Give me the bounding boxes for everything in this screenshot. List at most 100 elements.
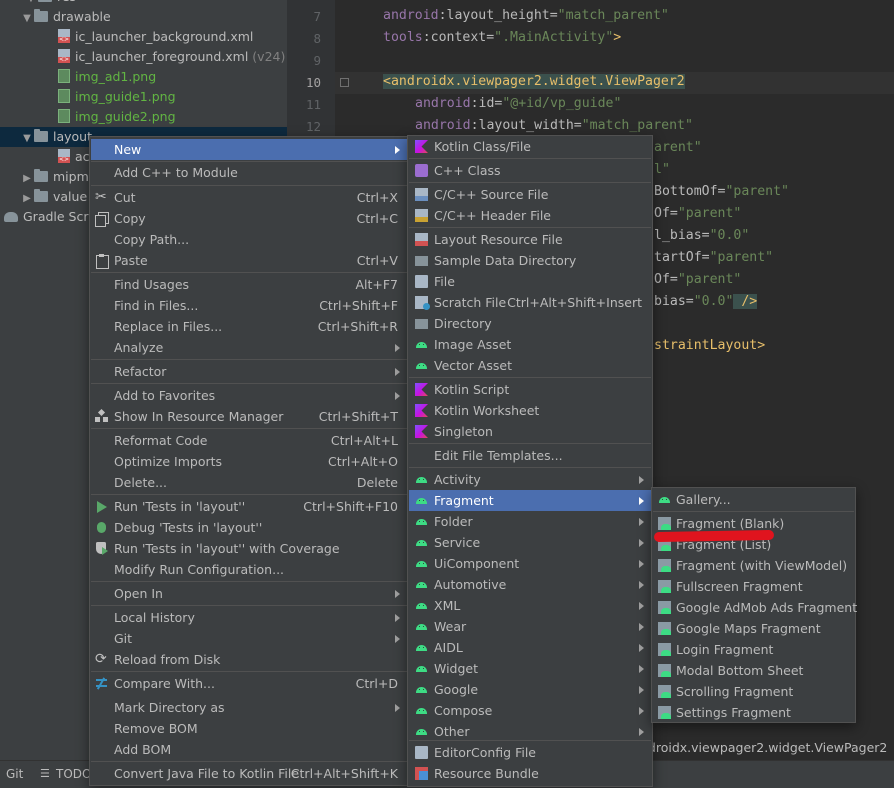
new-item-other[interactable]: Other bbox=[409, 721, 651, 742]
fragment-item-google-maps-fragment[interactable]: Google Maps Fragment bbox=[653, 618, 854, 639]
menu-item-replace-in-files[interactable]: Replace in Files... Ctrl+Shift+R bbox=[91, 316, 407, 337]
menu-item-add-c-to-module[interactable]: Add C++ to Module bbox=[91, 162, 407, 183]
menu-item-modify-run-configuration[interactable]: Modify Run Configuration... bbox=[91, 559, 407, 580]
menu-item-show-in-resource-manager[interactable]: Show In Resource Manager Ctrl+Shift+T bbox=[91, 406, 407, 427]
todo-tool-button[interactable]: TODO bbox=[56, 761, 91, 787]
tree-node-drawable[interactable]: ▼ drawable bbox=[20, 7, 111, 27]
menu-separator bbox=[409, 182, 651, 183]
chevron-down-icon[interactable]: ▼ bbox=[20, 129, 34, 149]
new-item-widget[interactable]: Widget bbox=[409, 658, 651, 679]
menu-item-reload-from-disk[interactable]: Reload from Disk bbox=[91, 649, 407, 670]
git-tool-button[interactable]: Git bbox=[6, 761, 23, 787]
tree-node-mipmap[interactable]: ▶ mipm bbox=[20, 167, 89, 187]
tree-file-ic-launcher-background[interactable]: ic_launcher_background.xml bbox=[58, 27, 253, 47]
fragment-item-fragment-with-viewmodel[interactable]: Fragment (with ViewModel) bbox=[653, 555, 854, 576]
chevron-down-icon[interactable]: ▼ bbox=[20, 9, 34, 29]
android-icon bbox=[415, 662, 428, 675]
new-item-automotive[interactable]: Automotive bbox=[409, 574, 651, 595]
new-item-fragment[interactable]: Fragment bbox=[409, 490, 651, 511]
new-item-c-c-source-file[interactable]: C/C++ Source File bbox=[409, 184, 651, 205]
menu-item-open-in[interactable]: Open In bbox=[91, 583, 407, 604]
menu-item-add-bom[interactable]: Add BOM bbox=[91, 739, 407, 760]
new-item-directory[interactable]: Directory bbox=[409, 313, 651, 334]
menu-item-label: EditorConfig File bbox=[434, 745, 536, 760]
fragment-item-scrolling-fragment[interactable]: Scrolling Fragment bbox=[653, 681, 854, 702]
fragment-item-modal-bottom-sheet[interactable]: Modal Bottom Sheet bbox=[653, 660, 854, 681]
new-item-edit-file-templates[interactable]: Edit File Templates... bbox=[409, 445, 651, 466]
new-item-aidl[interactable]: AIDL bbox=[409, 637, 651, 658]
new-item-layout-resource-file[interactable]: Layout Resource File bbox=[409, 229, 651, 250]
menu-item-debug-tests-in-layout[interactable]: Debug 'Tests in 'layout'' bbox=[91, 517, 407, 538]
menu-item-label: Google bbox=[434, 682, 479, 697]
tree-node-gradle-scripts[interactable]: Gradle Scrip bbox=[4, 207, 100, 227]
chevron-right-icon[interactable]: ▶ bbox=[20, 189, 34, 209]
new-item-kotlin-worksheet[interactable]: Kotlin Worksheet bbox=[409, 400, 651, 421]
menu-item-refactor[interactable]: Refactor bbox=[91, 361, 407, 382]
submenu-arrow-icon bbox=[639, 665, 644, 673]
menu-item-label: Run 'Tests in 'layout'' bbox=[114, 499, 246, 514]
menu-item-run-tests-in-layout-with-coverage[interactable]: Run 'Tests in 'layout'' with Coverage bbox=[91, 538, 407, 559]
new-item-scratch-file[interactable]: Scratch File Ctrl+Alt+Shift+Insert bbox=[409, 292, 651, 313]
menu-item-mark-directory-as[interactable]: Mark Directory as bbox=[91, 697, 407, 718]
menu-item-copy-path[interactable]: Copy Path... bbox=[91, 229, 407, 250]
new-item-vector-asset[interactable]: Vector Asset bbox=[409, 355, 651, 376]
new-item-folder[interactable]: Folder bbox=[409, 511, 651, 532]
tree-file-img-guide2[interactable]: img_guide2.png bbox=[58, 107, 176, 127]
new-item-editorconfig-file[interactable]: EditorConfig File bbox=[409, 742, 651, 763]
tree-node-res[interactable]: ▼res bbox=[24, 0, 76, 7]
menu-item-add-to-favorites[interactable]: Add to Favorites bbox=[91, 385, 407, 406]
menu-item-local-history[interactable]: Local History bbox=[91, 607, 407, 628]
menu-item-remove-bom[interactable]: Remove BOM bbox=[91, 718, 407, 739]
new-item-service[interactable]: Service bbox=[409, 532, 651, 553]
tree-file-activity[interactable]: ac bbox=[58, 147, 90, 167]
chevron-right-icon[interactable]: ▶ bbox=[20, 169, 34, 189]
tree-file-ic-launcher-foreground[interactable]: ic_launcher_foreground.xml (v24) bbox=[58, 47, 285, 67]
menu-item-optimize-imports[interactable]: Optimize Imports Ctrl+Alt+O bbox=[91, 451, 407, 472]
new-item-singleton[interactable]: Singleton bbox=[409, 421, 651, 442]
fragment-item-fullscreen-fragment[interactable]: Fullscreen Fragment bbox=[653, 576, 854, 597]
menu-item-git[interactable]: Git bbox=[91, 628, 407, 649]
menu-item-paste[interactable]: Paste Ctrl+V bbox=[91, 250, 407, 271]
tree-file-img-guide1[interactable]: img_guide1.png bbox=[58, 87, 176, 107]
fragment-item-settings-fragment[interactable]: Settings Fragment bbox=[653, 702, 854, 723]
fragment-item-gallery[interactable]: Gallery... bbox=[653, 489, 854, 510]
tree-node-values[interactable]: ▶ value bbox=[20, 187, 87, 207]
scratch-file-icon bbox=[415, 296, 430, 310]
menu-item-copy[interactable]: Copy Ctrl+C bbox=[91, 208, 407, 229]
new-item-file[interactable]: File bbox=[409, 271, 651, 292]
submenu-arrow-icon bbox=[639, 560, 644, 568]
new-item-wear[interactable]: Wear bbox=[409, 616, 651, 637]
code-line: straintLayout> bbox=[654, 338, 766, 353]
menu-item-compare-with[interactable]: Compare With... Ctrl+D bbox=[91, 673, 407, 694]
fragment-item-google-admob-ads-fragment[interactable]: Google AdMob Ads Fragment bbox=[653, 597, 857, 618]
menu-item-new[interactable]: New bbox=[91, 139, 407, 160]
menu-item-run-tests-in-layout[interactable]: Run 'Tests in 'layout'' Ctrl+Shift+F10 bbox=[91, 496, 407, 517]
fragment-item-login-fragment[interactable]: Login Fragment bbox=[653, 639, 854, 660]
menu-item-reformat-code[interactable]: Reformat Code Ctrl+Alt+L bbox=[91, 430, 407, 451]
new-item-c-c-header-file[interactable]: C/C++ Header File bbox=[409, 205, 651, 226]
menu-item-convert-java-file-to-kotlin-file[interactable]: Convert Java File to Kotlin File Ctrl+Alt… bbox=[91, 763, 407, 784]
menu-item-find-in-files[interactable]: Find in Files... Ctrl+Shift+F bbox=[91, 295, 407, 316]
menu-item-analyze[interactable]: Analyze bbox=[91, 337, 407, 358]
menu-item-delete[interactable]: Delete... Delete bbox=[91, 472, 407, 493]
menu-item-label: Copy Path... bbox=[114, 232, 190, 247]
android-icon bbox=[415, 515, 428, 528]
new-item-google[interactable]: Google bbox=[409, 679, 651, 700]
new-item-c-class[interactable]: C++ Class bbox=[409, 160, 651, 181]
new-item-xml[interactable]: XML bbox=[409, 595, 651, 616]
new-item-activity[interactable]: Activity bbox=[409, 469, 651, 490]
menu-item-find-usages[interactable]: Find Usages Alt+F7 bbox=[91, 274, 407, 295]
tree-file-img-ad1[interactable]: img_ad1.png bbox=[58, 67, 156, 87]
new-submenu: Kotlin Class/File C++ Class C/C++ Source F… bbox=[407, 135, 653, 787]
new-item-compose[interactable]: Compose bbox=[409, 700, 651, 721]
new-item-resource-bundle[interactable]: Resource Bundle bbox=[409, 763, 651, 784]
new-item-uicomponent[interactable]: UiComponent bbox=[409, 553, 651, 574]
new-item-kotlin-class-file[interactable]: Kotlin Class/File bbox=[409, 136, 651, 157]
new-item-kotlin-script[interactable]: Kotlin Script bbox=[409, 379, 651, 400]
menu-item-shortcut: Ctrl+Alt+L bbox=[330, 433, 398, 448]
fold-marker-icon[interactable] bbox=[340, 78, 349, 87]
editor-breadcrumb[interactable]: ndroidx.viewpager2.widget.ViewPager2 bbox=[640, 737, 887, 759]
menu-item-cut[interactable]: Cut Ctrl+X bbox=[91, 187, 407, 208]
new-item-sample-data-directory[interactable]: Sample Data Directory bbox=[409, 250, 651, 271]
new-item-image-asset[interactable]: Image Asset bbox=[409, 334, 651, 355]
